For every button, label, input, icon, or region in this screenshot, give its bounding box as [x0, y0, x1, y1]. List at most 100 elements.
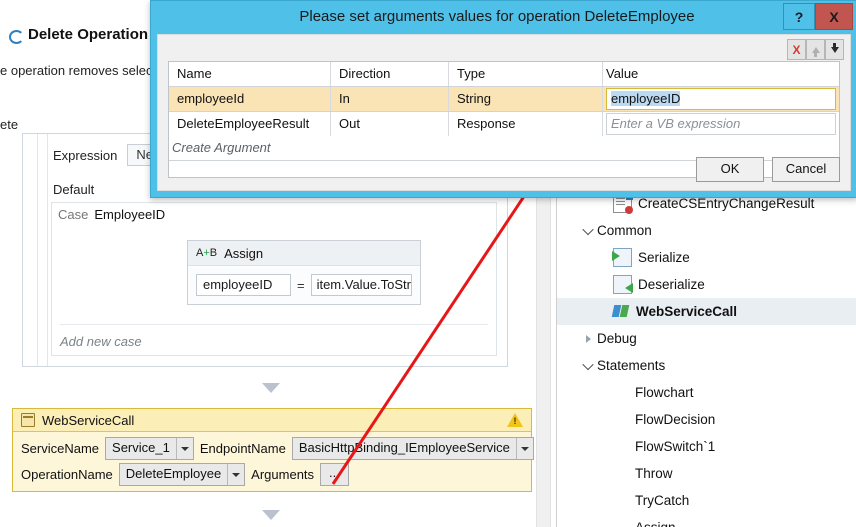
workflow-description: e operation removes selected — [0, 63, 171, 78]
selected-text: employeeID — [611, 91, 681, 106]
assign-operator: = — [296, 277, 305, 293]
help-button[interactable]: ? — [783, 3, 815, 30]
toolbox-item-common[interactable]: Common — [557, 217, 856, 244]
table-row[interactable]: DeleteEmployeeResult Out Response Enter a V… — [169, 112, 839, 136]
designer-vertical-scrollbar[interactable] — [536, 195, 551, 527]
toolbox-item-deserialize[interactable]: Deserialize — [557, 271, 856, 298]
chevron-down-icon — [175, 438, 193, 459]
case-value: EmployeeID — [94, 207, 166, 222]
column-header-direction: Direction — [331, 62, 449, 86]
chevron-down-icon — [515, 438, 533, 459]
operation-arguments-row: OperationName DeleteEmployee Arguments .… — [21, 463, 523, 486]
toolbox-item-serialize[interactable]: Serialize — [557, 244, 856, 271]
close-x-icon: X — [792, 42, 801, 57]
assign-body: employeeID = item.Value.ToStrin — [188, 266, 420, 304]
connector-arrow-bottom — [262, 510, 280, 520]
grid-toolbar: X — [787, 39, 844, 60]
endpoint-name-label: EndpointName — [199, 441, 286, 456]
toolbox-item-label: Statements — [597, 358, 666, 373]
assign-left-input[interactable]: employeeID — [196, 274, 291, 296]
assign-title: Assign — [224, 245, 264, 261]
expression-label: Expression — [53, 147, 118, 163]
dialog-window-buttons: ? X — [783, 3, 853, 30]
case-divider — [60, 324, 488, 325]
move-down-button[interactable] — [825, 39, 844, 60]
default-label: Default — [53, 182, 95, 197]
toolbox-item-label: Assign — [635, 520, 676, 527]
toolbox-item-trycatch[interactable]: TryCatch — [557, 487, 856, 514]
toolbox-item-flowswitch-1[interactable]: FlowSwitch`1 — [557, 433, 856, 460]
assign-activity[interactable]: A+B Assign employeeID = item.Value.ToStr… — [187, 240, 421, 305]
toolbox-item-flowchart[interactable]: Flowchart — [557, 379, 856, 406]
argument-value-cell: Enter a VB expression — [603, 112, 839, 136]
argument-value-input[interactable]: Enter a VB expression — [606, 113, 836, 135]
toolbox-item-throw[interactable]: Throw — [557, 460, 856, 487]
webservicecall-icon — [613, 303, 630, 320]
argument-direction-cell: In — [331, 87, 449, 111]
chevron-right-icon[interactable] — [579, 334, 597, 343]
argument-name-cell: DeleteEmployeeResult — [169, 112, 331, 136]
webservicecall-header: WebServiceCall — [13, 409, 531, 432]
arguments-ellipsis-button[interactable]: ... — [320, 463, 349, 486]
argument-name-cell: employeeId — [169, 87, 331, 111]
column-header-name: Name — [169, 62, 331, 86]
service-endpoint-row: ServiceName Service_1 EndpointName Basic… — [21, 437, 534, 460]
endpoint-name-dropdown[interactable]: BasicHttpBinding_IEmployeeService — [291, 437, 534, 460]
ok-button[interactable]: OK — [696, 157, 764, 182]
toolbox-item-debug[interactable]: Debug — [557, 325, 856, 352]
toolbox-item-label: Serialize — [638, 250, 690, 265]
move-up-button[interactable] — [806, 39, 825, 60]
chevron-down-icon — [227, 464, 244, 485]
toolbox-item-assign[interactable]: Assign — [557, 514, 856, 527]
assign-header: A+B Assign — [188, 241, 420, 266]
switch-rail-outer — [23, 134, 38, 366]
toolbox-item-label: Flowchart — [635, 385, 694, 400]
service-name-dropdown[interactable]: Service_1 — [105, 437, 194, 460]
arrow-up-icon — [811, 46, 820, 57]
workflow-icon — [8, 28, 24, 44]
chevron-down-icon[interactable] — [579, 223, 597, 235]
close-button[interactable]: X — [815, 3, 853, 30]
warning-icon — [507, 413, 523, 427]
toolbox-item-label: TryCatch — [635, 493, 690, 508]
argument-value-input[interactable]: employeeID — [606, 88, 836, 110]
deserialize-icon — [613, 275, 633, 294]
toolbox-panel: CreateCSEntryChangeResult Common Serialize… — [556, 190, 856, 527]
dialog-body: X Name Direction Type Value employeeId In… — [157, 34, 851, 191]
serialize-icon — [612, 248, 632, 267]
case-keyword: Case — [58, 207, 89, 222]
grid-header-row: Name Direction Type Value — [169, 62, 839, 87]
table-row[interactable]: employeeId In String employeeID — [169, 87, 839, 112]
webservicecall-activity[interactable]: WebServiceCall ServiceName Service_1 End… — [12, 408, 534, 492]
column-header-value: Value — [603, 62, 839, 86]
toolbox-item-label: Deserialize — [638, 277, 705, 292]
grid-rows-container: employeeId In String employeeID DeleteEmploy… — [169, 87, 839, 136]
toolbox-tree: CreateCSEntryChangeResult Common Serialize… — [557, 190, 856, 527]
webservicecall-title: WebServiceCall — [42, 412, 135, 428]
endpoint-name-value: BasicHttpBinding_IEmployeeService — [298, 440, 510, 455]
arguments-label: Arguments — [251, 467, 315, 482]
cancel-button[interactable]: Cancel — [772, 157, 840, 182]
add-new-case-link[interactable]: Add new case — [60, 334, 142, 349]
toolbox-item-label: CreateCSEntryChangeResult — [638, 196, 815, 211]
arrow-down-icon — [830, 42, 839, 53]
case-container: Case EmployeeID A+B Assign employeeID = i… — [51, 202, 497, 356]
connector-arrow-top — [262, 383, 280, 393]
argument-type-cell: String — [449, 87, 603, 111]
webservicecall-body: ServiceName Service_1 EndpointName Basic… — [13, 432, 534, 486]
toolbox-item-statements[interactable]: Statements — [557, 352, 856, 379]
toolbox-item-label: Common — [597, 223, 652, 238]
dialog-title: Please set arguments values for operatio… — [299, 8, 695, 25]
case-label: Case EmployeeID — [58, 207, 165, 222]
set-arguments-dialog: Please set arguments values for operatio… — [150, 0, 856, 198]
dialog-title-bar[interactable]: Please set arguments values for operatio… — [151, 1, 856, 32]
toolbox-item-label: FlowSwitch`1 — [635, 439, 716, 454]
webservicecall-activity-icon — [21, 413, 35, 427]
toolbox-item-flowdecision[interactable]: FlowDecision — [557, 406, 856, 433]
operation-name-dropdown[interactable]: DeleteEmployee — [118, 463, 246, 486]
delete-argument-button[interactable]: X — [787, 39, 806, 60]
assign-right-input[interactable]: item.Value.ToStrin — [310, 274, 412, 296]
toolbox-item-webservicecall[interactable]: WebServiceCall — [557, 298, 856, 325]
chevron-down-icon[interactable] — [579, 358, 597, 370]
switch-rail-inner — [37, 134, 48, 366]
